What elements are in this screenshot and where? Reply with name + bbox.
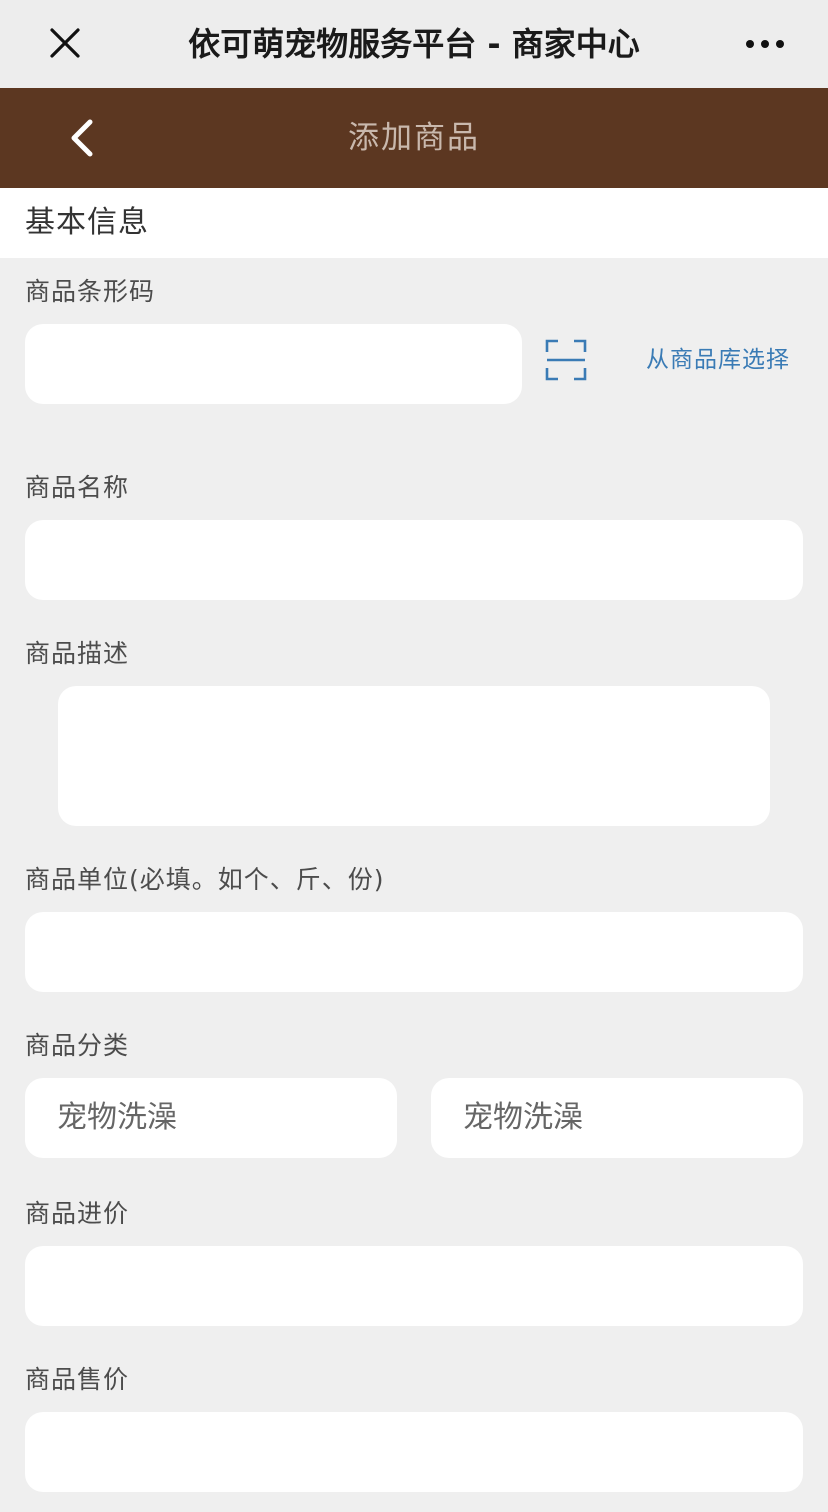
unit-input[interactable] <box>25 912 803 992</box>
page-title: 添加商品 <box>348 120 480 156</box>
description-textarea[interactable] <box>58 686 770 826</box>
more-dots-icon[interactable] <box>738 22 794 66</box>
section-header: 基本信息 <box>0 188 828 258</box>
sale-price-label: 商品售价 <box>25 1365 130 1394</box>
barcode-input[interactable] <box>25 324 522 404</box>
name-label: 商品名称 <box>25 473 130 502</box>
category-primary-select[interactable]: 宠物洗澡 <box>25 1078 397 1158</box>
description-label: 商品描述 <box>25 639 130 668</box>
name-input[interactable] <box>25 520 803 600</box>
sale-price-input[interactable] <box>25 1412 803 1492</box>
chevron-left-icon[interactable] <box>56 108 112 168</box>
barcode-label: 商品条形码 <box>25 277 156 306</box>
section-title: 基本信息 <box>25 205 149 240</box>
category-label: 商品分类 <box>25 1031 130 1060</box>
close-icon[interactable] <box>40 22 90 66</box>
select-from-library-link[interactable]: 从商品库选择 <box>646 342 790 378</box>
window-top-bar: 依可萌宠物服务平台 - 商家中心 <box>0 0 828 88</box>
scan-icon[interactable] <box>544 338 588 382</box>
cost-price-input[interactable] <box>25 1246 803 1326</box>
window-title: 依可萌宠物服务平台 - 商家中心 <box>188 25 640 63</box>
cost-price-label: 商品进价 <box>25 1199 130 1228</box>
category-secondary-select[interactable]: 宠物洗澡 <box>431 1078 803 1158</box>
unit-label: 商品单位(必填。如个、斤、份) <box>25 865 385 894</box>
page-navbar: 添加商品 <box>0 88 828 188</box>
